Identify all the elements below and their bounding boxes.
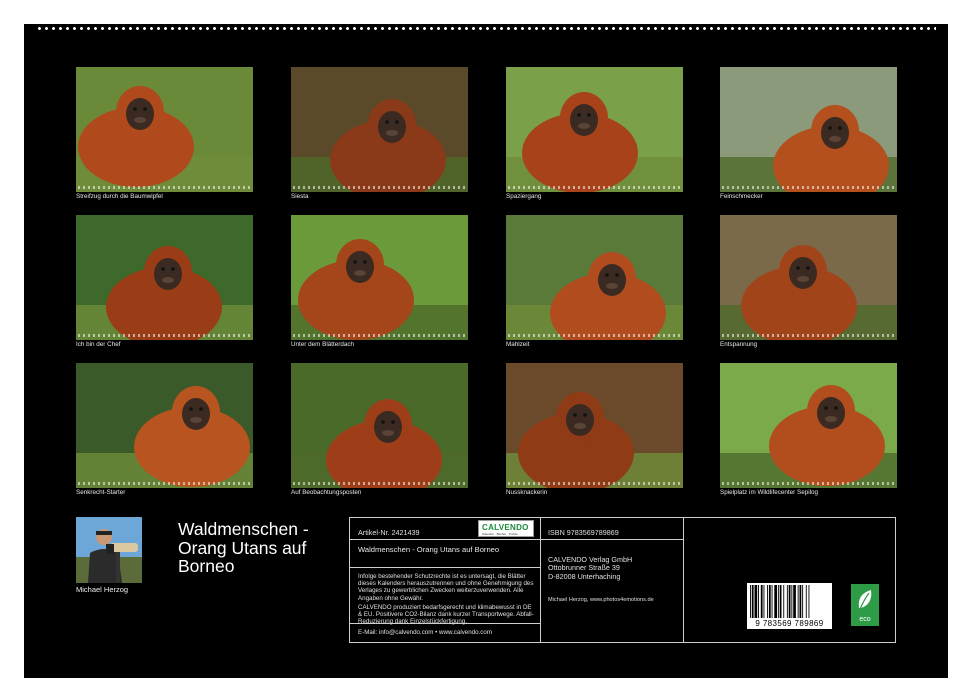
- orangutan-photo: [506, 215, 683, 340]
- photo-caption: Auf Beobachtungsposten: [291, 489, 362, 496]
- barcode-bar: [793, 585, 796, 618]
- orangutan-photo: [76, 363, 253, 488]
- orangutan-photo: [76, 67, 253, 192]
- photo-tile: Mahlzeit: [506, 215, 683, 348]
- photo-caption: Senkrecht-Starter: [76, 489, 126, 496]
- article-number: Artikel-Nr. 2421439: [358, 528, 420, 537]
- calvendo-logo: CALVENDO Kalender · Bücher · Puzzle: [478, 520, 534, 537]
- photo-tile: Entspannung: [720, 215, 897, 348]
- photo-caption: Ich bin der Chef: [76, 341, 121, 348]
- photo-tile: Auf Beobachtungsposten: [291, 363, 468, 496]
- imprint-calendar-title: Waldmenschen - Orang Utans auf Borneo: [358, 545, 500, 554]
- barcode-bar: [751, 585, 754, 618]
- month-day-strip: [508, 482, 681, 485]
- barcode-bar: [797, 585, 799, 618]
- photo-tile: Unter dem Blätterdach: [291, 215, 468, 348]
- orangutan-photo: [720, 67, 897, 192]
- barcode-bar: [771, 585, 773, 618]
- imprint-column-publisher: ISBN 9783569789869 CALVENDO Verlag GmbH …: [540, 518, 684, 642]
- photo-caption: Siesta: [291, 193, 309, 200]
- barcode-bar: [805, 585, 807, 618]
- leaf-icon: [858, 590, 872, 610]
- orangutan-photo: [506, 67, 683, 192]
- orangutan-photo: [291, 67, 468, 192]
- barcode-bar: [791, 585, 793, 618]
- barcode-bar: [750, 585, 751, 618]
- ean-barcode: 9 783569 789869: [747, 583, 832, 629]
- photo-tile: Spielplatz im Wildlifecenter Sepilog: [720, 363, 897, 496]
- month-day-strip: [508, 186, 681, 189]
- contact-email: E-Mail: info@calvendo.com • www.calvendo…: [358, 629, 492, 636]
- author-photo: [76, 517, 142, 583]
- photo-caption: Spielplatz im Wildlifecenter Sepilog: [720, 489, 818, 496]
- barcode-bar: [799, 585, 802, 618]
- barcode-bar: [808, 585, 810, 618]
- barcode-bar: [779, 585, 782, 618]
- barcode-bar: [758, 585, 759, 618]
- month-day-strip: [722, 186, 895, 189]
- barcode-bar: [788, 585, 791, 618]
- month-day-strip: [78, 482, 251, 485]
- month-day-strip: [722, 334, 895, 337]
- barcode-bar: [786, 585, 788, 618]
- month-day-strip: [78, 334, 251, 337]
- photo-caption: Unter dem Blätterdach: [291, 341, 354, 348]
- barcode-bar: [783, 585, 785, 618]
- divider: [350, 567, 540, 568]
- orangutan-photo: [506, 363, 683, 488]
- barcode-bar: [768, 585, 771, 618]
- barcode-bar: [763, 585, 765, 618]
- month-day-strip: [293, 334, 466, 337]
- month-day-strip: [722, 482, 895, 485]
- publisher-address: CALVENDO Verlag GmbH Ottobrunner Straße …: [548, 555, 633, 581]
- month-day-strip: [508, 334, 681, 337]
- photo-credit: Michael Herzog, www.photos4emotions.de: [548, 597, 654, 603]
- divider: [350, 539, 540, 540]
- orangutan-photo: [291, 215, 468, 340]
- orangutan-photo: [720, 215, 897, 340]
- barcode-bar: [777, 585, 779, 618]
- photo-caption: Entspannung: [720, 341, 758, 348]
- month-day-strip: [78, 186, 251, 189]
- barcode-bar: [802, 585, 804, 618]
- barcode-bar: [774, 585, 777, 618]
- barcode-bar: [760, 585, 763, 618]
- legal-notice: Infolge bestehender Schutzrechte ist es …: [358, 573, 534, 626]
- author-name: Michael Herzog: [76, 585, 129, 594]
- wire-binding-holes: [36, 26, 936, 31]
- photo-tile: Spaziergang: [506, 67, 683, 200]
- eco-badge: eco: [851, 584, 879, 626]
- imprint-box: Artikel-Nr. 2421439 CALVENDO Kalender · …: [349, 517, 896, 643]
- barcode-digits: 9 783569 789869: [755, 619, 824, 628]
- photo-tile: Nussknackerin: [506, 363, 683, 496]
- photo-caption: Streifzug durch die Baumwipfel: [76, 193, 163, 200]
- photo-caption: Feinschmecker: [720, 193, 763, 200]
- orangutan-photo: [76, 215, 253, 340]
- isbn: ISBN 9783569789869: [548, 528, 619, 537]
- photo-tile: Streifzug durch die Baumwipfel: [76, 67, 253, 200]
- photo-tile: Senkrecht-Starter: [76, 363, 253, 496]
- month-day-strip: [293, 482, 466, 485]
- photo-tile: Feinschmecker: [720, 67, 897, 200]
- photo-caption: Mahlzeit: [506, 341, 530, 348]
- photo-tile: Siesta: [291, 67, 468, 200]
- imprint-column-codes: 9 783569 789869 eco: [683, 518, 895, 642]
- barcode-bar: [754, 585, 758, 618]
- month-day-strip: [293, 186, 466, 189]
- calendar-title: Waldmenschen - Orang Utans auf Borneo: [178, 519, 309, 576]
- divider: [540, 539, 683, 540]
- orangutan-photo: [720, 363, 897, 488]
- imprint-column-article: Artikel-Nr. 2421439 CALVENDO Kalender · …: [350, 518, 541, 642]
- divider: [350, 623, 540, 624]
- photo-caption: Spaziergang: [506, 193, 542, 200]
- photo-caption: Nussknackerin: [506, 489, 548, 496]
- barcode-bar: [767, 585, 768, 618]
- photo-tile: Ich bin der Chef: [76, 215, 253, 348]
- orangutan-photo: [291, 363, 468, 488]
